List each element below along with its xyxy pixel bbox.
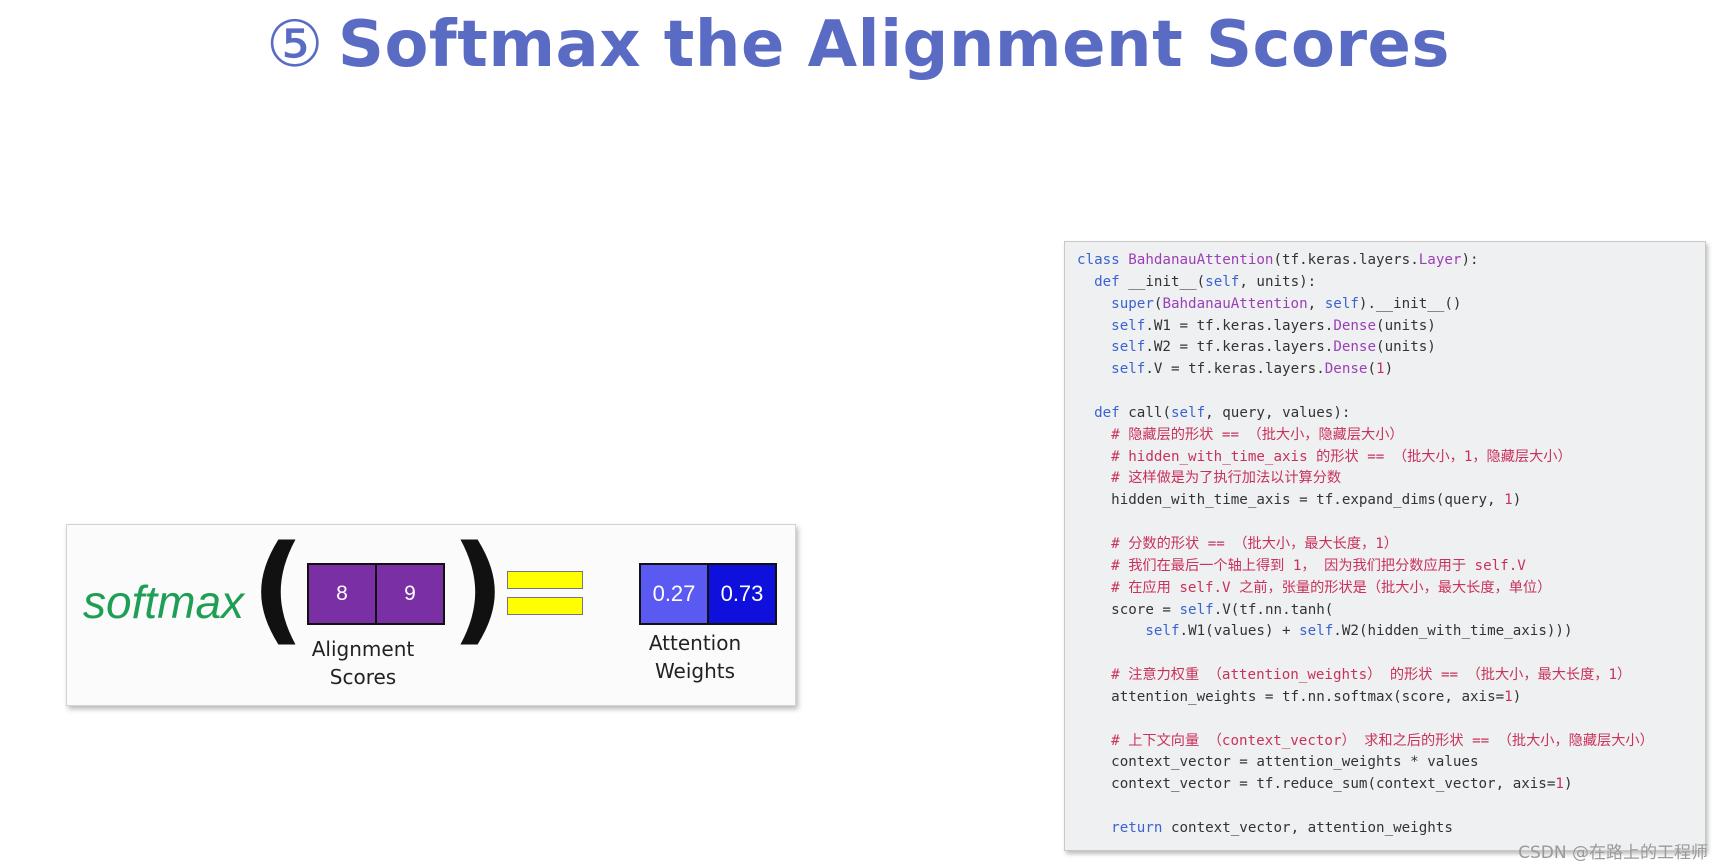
code-line: hidden_with_time_axis = tf.expand_dims(q… bbox=[1111, 492, 1522, 509]
code-line: ​ bbox=[1077, 709, 1654, 731]
code-line: attention_weights = tf.nn.softmax(score,… bbox=[1111, 688, 1522, 705]
left-parenthesis: ( bbox=[251, 519, 305, 657]
code-line: self.W1 = tf.keras.layers.Dense(units) bbox=[1111, 317, 1436, 334]
code-line: # 这样做是为了执行加法以计算分数 bbox=[1077, 470, 1342, 487]
softmax-word: softmax bbox=[83, 576, 245, 628]
equals-sign-bottom-bar bbox=[507, 597, 583, 615]
code-line: # 注意力权重 （attention_weights） 的形状 == （批大小，… bbox=[1077, 667, 1632, 684]
code-block: class BahdanauAttention(tf.keras.layers.… bbox=[1077, 250, 1654, 840]
code-line: ​ bbox=[1077, 796, 1654, 818]
code-line: ​ bbox=[1077, 643, 1654, 665]
code-line: context_vector = tf.reduce_sum(context_v… bbox=[1111, 776, 1573, 793]
alignment-scores-label: Alignment Scores bbox=[283, 635, 443, 691]
slide-title: ⑤ Softmax the Alignment Scores bbox=[0, 8, 1716, 82]
code-line: return context_vector, attention_weights bbox=[1111, 819, 1453, 836]
score-cell: 9 bbox=[375, 565, 443, 623]
code-line: # 隐藏层的形状 == （批大小，隐藏层大小） bbox=[1077, 426, 1404, 443]
watermark: CSDN @在路上的工程师 bbox=[1518, 843, 1708, 863]
attention-weights-vector: 0.27 0.73 bbox=[639, 563, 777, 625]
label-line: Scores bbox=[329, 665, 397, 689]
label-line: Alignment bbox=[311, 637, 415, 661]
alignment-scores-vector: 8 9 bbox=[307, 563, 445, 625]
step-number: ⑤ bbox=[265, 8, 324, 82]
label-line: Weights bbox=[654, 659, 736, 683]
code-line: # 我们在最后一个轴上得到 1， 因为我们把分数应用于 self.V bbox=[1077, 557, 1526, 574]
weight-cell: 0.73 bbox=[707, 565, 775, 623]
code-line: score = self.V(tf.nn.tanh( bbox=[1111, 601, 1334, 618]
score-cell: 8 bbox=[309, 565, 375, 623]
code-line: # hidden_with_time_axis 的形状 == （批大小，1，隐藏… bbox=[1077, 448, 1572, 465]
title-text: Softmax the Alignment Scores bbox=[337, 8, 1451, 82]
code-line: ​ bbox=[1077, 512, 1654, 534]
code-line: self.W1(values) + self.W2(hidden_with_ti… bbox=[1145, 623, 1573, 640]
code-line: def __init__(self, units): bbox=[1094, 273, 1317, 290]
label-line: Attention bbox=[648, 631, 742, 655]
code-panel: class BahdanauAttention(tf.keras.layers.… bbox=[1064, 241, 1706, 851]
code-line: def call(self, query, values): bbox=[1094, 404, 1351, 421]
code-line: ​ bbox=[1077, 381, 1654, 403]
code-line: # 上下文向量 （context_vector） 求和之后的形状 == （批大小… bbox=[1077, 732, 1654, 749]
attention-weights-label: Attention Weights bbox=[615, 629, 775, 685]
right-parenthesis: ) bbox=[451, 519, 505, 657]
equals-sign-top-bar bbox=[507, 571, 583, 589]
code-line: context_vector = attention_weights * val… bbox=[1111, 754, 1479, 771]
softmax-figure: softmax ( 8 9 ) Alignment Scores 0.27 0.… bbox=[66, 524, 796, 706]
code-line: super(BahdanauAttention, self).__init__(… bbox=[1111, 295, 1462, 312]
weight-cell: 0.27 bbox=[641, 565, 707, 623]
code-line: # 分数的形状 == （批大小，最大长度，1） bbox=[1077, 535, 1398, 552]
code-line: class BahdanauAttention(tf.keras.layers.… bbox=[1077, 252, 1479, 268]
code-line: self.W2 = tf.keras.layers.Dense(units) bbox=[1111, 339, 1436, 356]
code-line: self.V = tf.keras.layers.Dense(1) bbox=[1111, 361, 1394, 378]
code-line: # 在应用 self.V 之前，张量的形状是（批大小，最大长度，单位） bbox=[1077, 579, 1552, 596]
